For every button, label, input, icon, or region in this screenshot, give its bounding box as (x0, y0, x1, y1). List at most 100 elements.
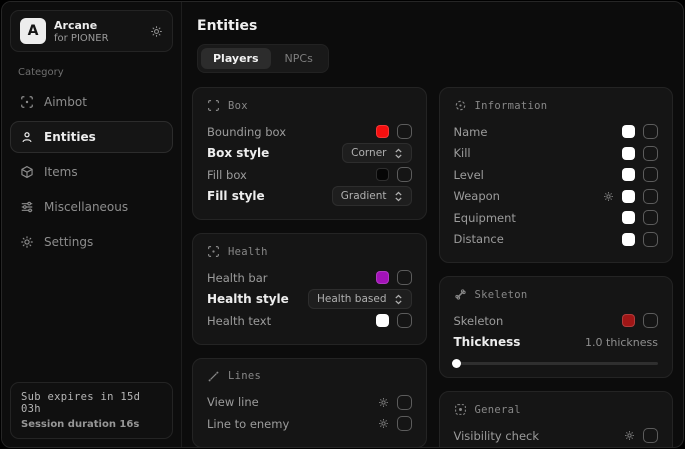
checkbox[interactable] (643, 124, 658, 139)
setting-row-health-text: Health text (207, 310, 412, 332)
caret-up-down-icon (394, 294, 403, 305)
color-swatch[interactable] (622, 125, 635, 138)
checkbox[interactable] (397, 270, 412, 285)
setting-row-kill: Kill (454, 143, 659, 165)
setting-label: Bounding box (207, 125, 368, 139)
page-title: Entities (197, 18, 673, 34)
setting-row-thickness: Thickness 1.0 thickness (454, 332, 659, 354)
color-swatch[interactable] (376, 125, 389, 138)
caret-up-down-icon (394, 191, 403, 202)
color-swatch[interactable] (622, 190, 635, 203)
sidebar-item-settings[interactable]: Settings (10, 226, 173, 258)
color-swatch[interactable] (376, 168, 389, 181)
line-icon (207, 370, 220, 383)
setting-label: Weapon (454, 189, 596, 203)
setting-row-visibility-check: Visibility check (454, 425, 659, 447)
slider-value: 1.0 thickness (585, 336, 658, 349)
panel-general: General Visibility check Max (439, 391, 674, 448)
setting-row-equipment: Equipment (454, 207, 659, 229)
gear-icon[interactable] (378, 397, 389, 408)
setting-row-skeleton: Skeleton (454, 310, 659, 332)
checkbox[interactable] (397, 167, 412, 182)
setting-row-name: Name (454, 121, 659, 143)
checkbox[interactable] (643, 428, 658, 443)
sidebar-item-label: Aimbot (44, 95, 87, 109)
checkbox[interactable] (397, 124, 412, 139)
dropdown-value: Health based (317, 293, 387, 305)
bounding-box-icon (207, 99, 220, 112)
sidebar-item-items[interactable]: Items (10, 156, 173, 188)
setting-row-box-style: Box style Corner (207, 143, 412, 165)
checkbox[interactable] (397, 313, 412, 328)
setting-label: Line to enemy (207, 417, 370, 431)
color-swatch[interactable] (376, 271, 389, 284)
gear-icon[interactable] (624, 430, 635, 441)
panel-box: Box Bounding box Box style Corner (192, 87, 427, 220)
panel-title: Lines (228, 370, 261, 382)
setting-row-health-bar: Health bar (207, 267, 412, 289)
gear-icon[interactable] (603, 191, 614, 202)
crosshair-icon (20, 95, 34, 109)
sidebar-item-miscellaneous[interactable]: Miscellaneous (10, 191, 173, 223)
health-style-dropdown[interactable]: Health based (308, 289, 412, 309)
color-swatch[interactable] (622, 168, 635, 181)
sidebar-item-label: Entities (44, 130, 96, 144)
panel-title: Box (228, 100, 248, 112)
gear-icon[interactable] (150, 25, 163, 38)
session-duration-text: Session duration 16s (21, 419, 162, 430)
panel-box-header: Box (207, 99, 412, 112)
setting-label: View line (207, 395, 370, 409)
color-swatch[interactable] (376, 314, 389, 327)
tab-npcs[interactable]: NPCs (273, 48, 325, 69)
setting-row-health-style: Health style Health based (207, 289, 412, 311)
panel-grid: Box Bounding box Box style Corner (192, 87, 673, 448)
checkbox[interactable] (643, 232, 658, 247)
brand-text: Arcane for PIONER (54, 19, 109, 44)
package-icon (20, 165, 34, 179)
category-label: Category (18, 67, 165, 78)
setting-label: Health text (207, 314, 368, 328)
slider-thumb[interactable] (452, 359, 461, 368)
fill-style-dropdown[interactable]: Gradient (332, 186, 412, 206)
checkbox[interactable] (643, 146, 658, 161)
color-swatch[interactable] (622, 233, 635, 246)
brand-logo: A (20, 18, 46, 44)
checkbox[interactable] (643, 210, 658, 225)
thickness-slider[interactable] (454, 362, 659, 365)
box-style-dropdown[interactable]: Corner (342, 143, 411, 163)
sidebar-item-label: Settings (44, 235, 93, 249)
general-icon (454, 403, 467, 416)
color-swatch[interactable] (622, 147, 635, 160)
checkbox[interactable] (397, 416, 412, 431)
setting-row-level: Level (454, 164, 659, 186)
checkbox[interactable] (643, 167, 658, 182)
gear-icon[interactable] (378, 418, 389, 429)
tab-players[interactable]: Players (201, 48, 271, 69)
sidebar-item-entities[interactable]: Entities (10, 121, 173, 153)
app-window: A Arcane for PIONER Category Aimbot (1, 1, 684, 448)
health-icon (207, 245, 220, 258)
checkbox[interactable] (643, 313, 658, 328)
dropdown-value: Gradient (341, 190, 387, 202)
sidebar-item-label: Items (44, 165, 78, 179)
setting-label: Level (454, 168, 615, 182)
scan-circle-icon (454, 99, 467, 112)
color-swatch[interactable] (622, 314, 635, 327)
checkbox[interactable] (643, 189, 658, 204)
panel-health: Health Health bar Health style Health ba… (192, 233, 427, 345)
checkbox[interactable] (397, 395, 412, 410)
setting-label: Name (454, 125, 615, 139)
setting-label: Health style (207, 292, 300, 306)
setting-label: Equipment (454, 211, 615, 225)
sidebar-item-aimbot[interactable]: Aimbot (10, 86, 173, 118)
color-swatch[interactable] (622, 211, 635, 224)
setting-label: Fill style (207, 189, 324, 203)
setting-row-weapon: Weapon (454, 186, 659, 208)
setting-row-fill-box: Fill box (207, 164, 412, 186)
setting-label: Box style (207, 146, 334, 160)
gear-icon (20, 235, 34, 249)
bone-icon (454, 288, 467, 301)
panel-general-header: General (454, 403, 659, 416)
setting-row-bounding-box: Bounding box (207, 121, 412, 143)
panel-lines: Lines View line Line to enemy (192, 358, 427, 448)
